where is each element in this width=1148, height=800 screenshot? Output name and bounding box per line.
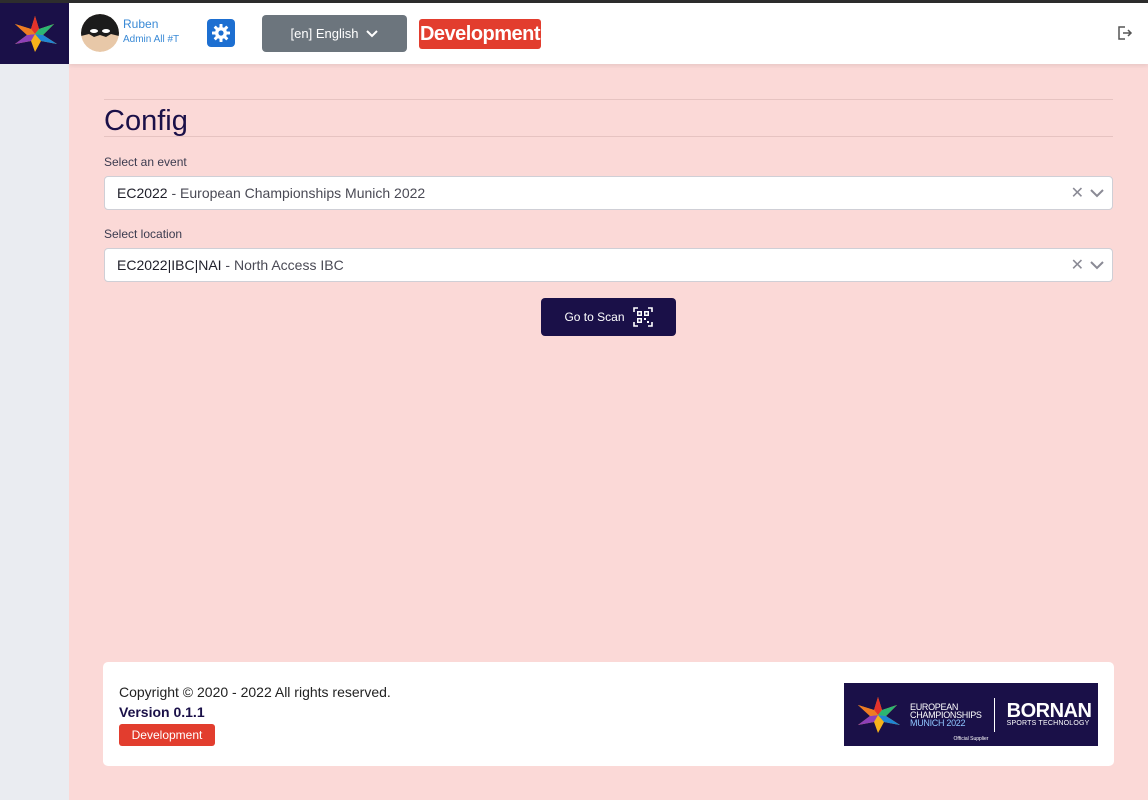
event-select[interactable]: EC2022 - European Championships Munich 2… — [104, 176, 1113, 210]
chevron-down-icon[interactable] — [1090, 188, 1104, 198]
gear-icon — [212, 24, 230, 42]
go-to-scan-button[interactable]: Go to Scan — [541, 298, 676, 336]
app-logo[interactable] — [0, 3, 69, 64]
sponsor-divider — [993, 697, 995, 732]
event-name: - European Championships Munich 2022 — [167, 185, 426, 201]
close-icon[interactable]: ✕ — [1071, 183, 1084, 203]
settings-button[interactable] — [207, 19, 235, 47]
avatar[interactable] — [81, 14, 119, 52]
language-label: [en] English — [290, 26, 359, 41]
location-select[interactable]: EC2022|IBC|NAI - North Access IBC ✕ — [104, 248, 1113, 282]
divider-bottom — [104, 136, 1113, 137]
user-role: Admin All #T — [123, 34, 180, 45]
page-title: Config — [104, 105, 188, 137]
go-to-scan-label: Go to Scan — [564, 310, 625, 324]
event-code: EC2022 — [117, 185, 168, 201]
event-select-label: Select an event — [104, 155, 187, 169]
user-name[interactable]: Ruben — [123, 17, 158, 31]
environment-badge-footer: Development — [119, 724, 215, 746]
sidebar — [0, 64, 69, 800]
star-logo-icon — [14, 15, 57, 52]
location-name: - North Access IBC — [221, 257, 344, 273]
chevron-down-icon[interactable] — [1090, 260, 1104, 270]
sponsor-brand: BORNAN SPORTS TECHNOLOGY — [1006, 700, 1092, 727]
location-code: EC2022|IBC|NAI — [117, 257, 222, 273]
star-logo-icon — [858, 696, 900, 733]
language-dropdown[interactable]: [en] English — [262, 15, 407, 52]
sponsor-event-name: EUROPEAN CHAMPIONSHIPS MUNICH 2022 — [910, 701, 982, 728]
logout-icon[interactable] — [1116, 24, 1134, 42]
environment-badge: Development — [419, 19, 541, 49]
top-header: Ruben Admin All #T [en] English Developm… — [69, 3, 1148, 64]
divider-top — [104, 99, 1113, 100]
chevron-down-icon — [366, 29, 379, 37]
location-select-label: Select location — [104, 227, 183, 241]
footer: Copyright © 2020 - 2022 All rights reser… — [103, 662, 1114, 766]
sponsor-official-supplier: Official Supplier — [953, 736, 989, 742]
qr-code-icon — [632, 307, 653, 327]
close-icon[interactable]: ✕ — [1071, 255, 1084, 275]
version-text: Version 0.1.1 — [119, 704, 205, 720]
sponsor-banner: EUROPEAN CHAMPIONSHIPS MUNICH 2022 BORNA… — [844, 683, 1098, 746]
copyright-text: Copyright © 2020 - 2022 All rights reser… — [119, 684, 391, 700]
